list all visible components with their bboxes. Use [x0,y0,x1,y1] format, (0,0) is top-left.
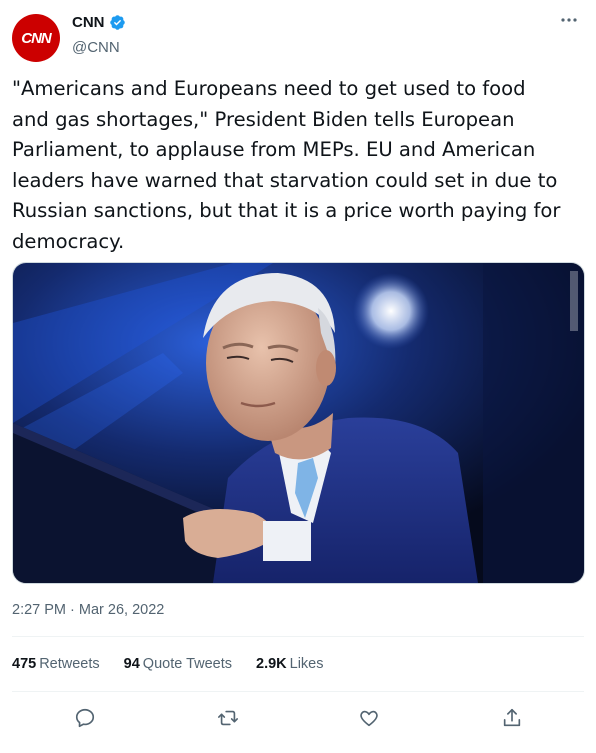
likes-stat[interactable]: 2.9K Likes [256,656,324,672]
author-handle[interactable]: @CNN [72,39,120,56]
quote-tweets-stat[interactable]: 94 Quote Tweets [124,656,232,672]
tweet-timestamp[interactable]: 2:27 PM · Mar 26, 2022 [12,602,164,618]
retweets-count: 475 [12,656,37,672]
retweet-icon [218,710,238,726]
like-icon [360,710,378,727]
author-name-row[interactable]: CNN [72,14,126,31]
author-name[interactable]: CNN [72,14,105,31]
more-options-button[interactable] [560,10,578,28]
reply-icon [75,708,95,728]
avatar[interactable]: CNN [12,14,60,62]
quote-tweets-count: 94 [123,656,140,672]
speaker-photo [13,263,584,583]
reply-button[interactable] [67,700,103,736]
cnn-logo: CNN [21,29,51,47]
share-icon [503,708,521,727]
like-button[interactable] [351,700,387,736]
likes-count: 2.9K [256,656,287,672]
verified-badge-icon [109,15,125,30]
share-button[interactable] [494,700,530,736]
retweet-button[interactable] [210,700,246,736]
likes-label: Likes [289,656,324,672]
divider [12,636,584,637]
retweets-label: Retweets [39,656,100,672]
retweets-stat[interactable]: 475 Retweets [12,656,100,672]
quote-tweets-label: Quote Tweets [142,656,232,672]
tweet-stats: 475 Retweets 94 Quote Tweets 2.9K Likes [12,656,324,672]
tweet-photo[interactable] [12,262,585,584]
more-icon [561,18,577,22]
divider [12,691,584,692]
tweet-text: "Americans and Europeans need to get use… [12,77,561,253]
tweet-action-bar [0,700,596,736]
